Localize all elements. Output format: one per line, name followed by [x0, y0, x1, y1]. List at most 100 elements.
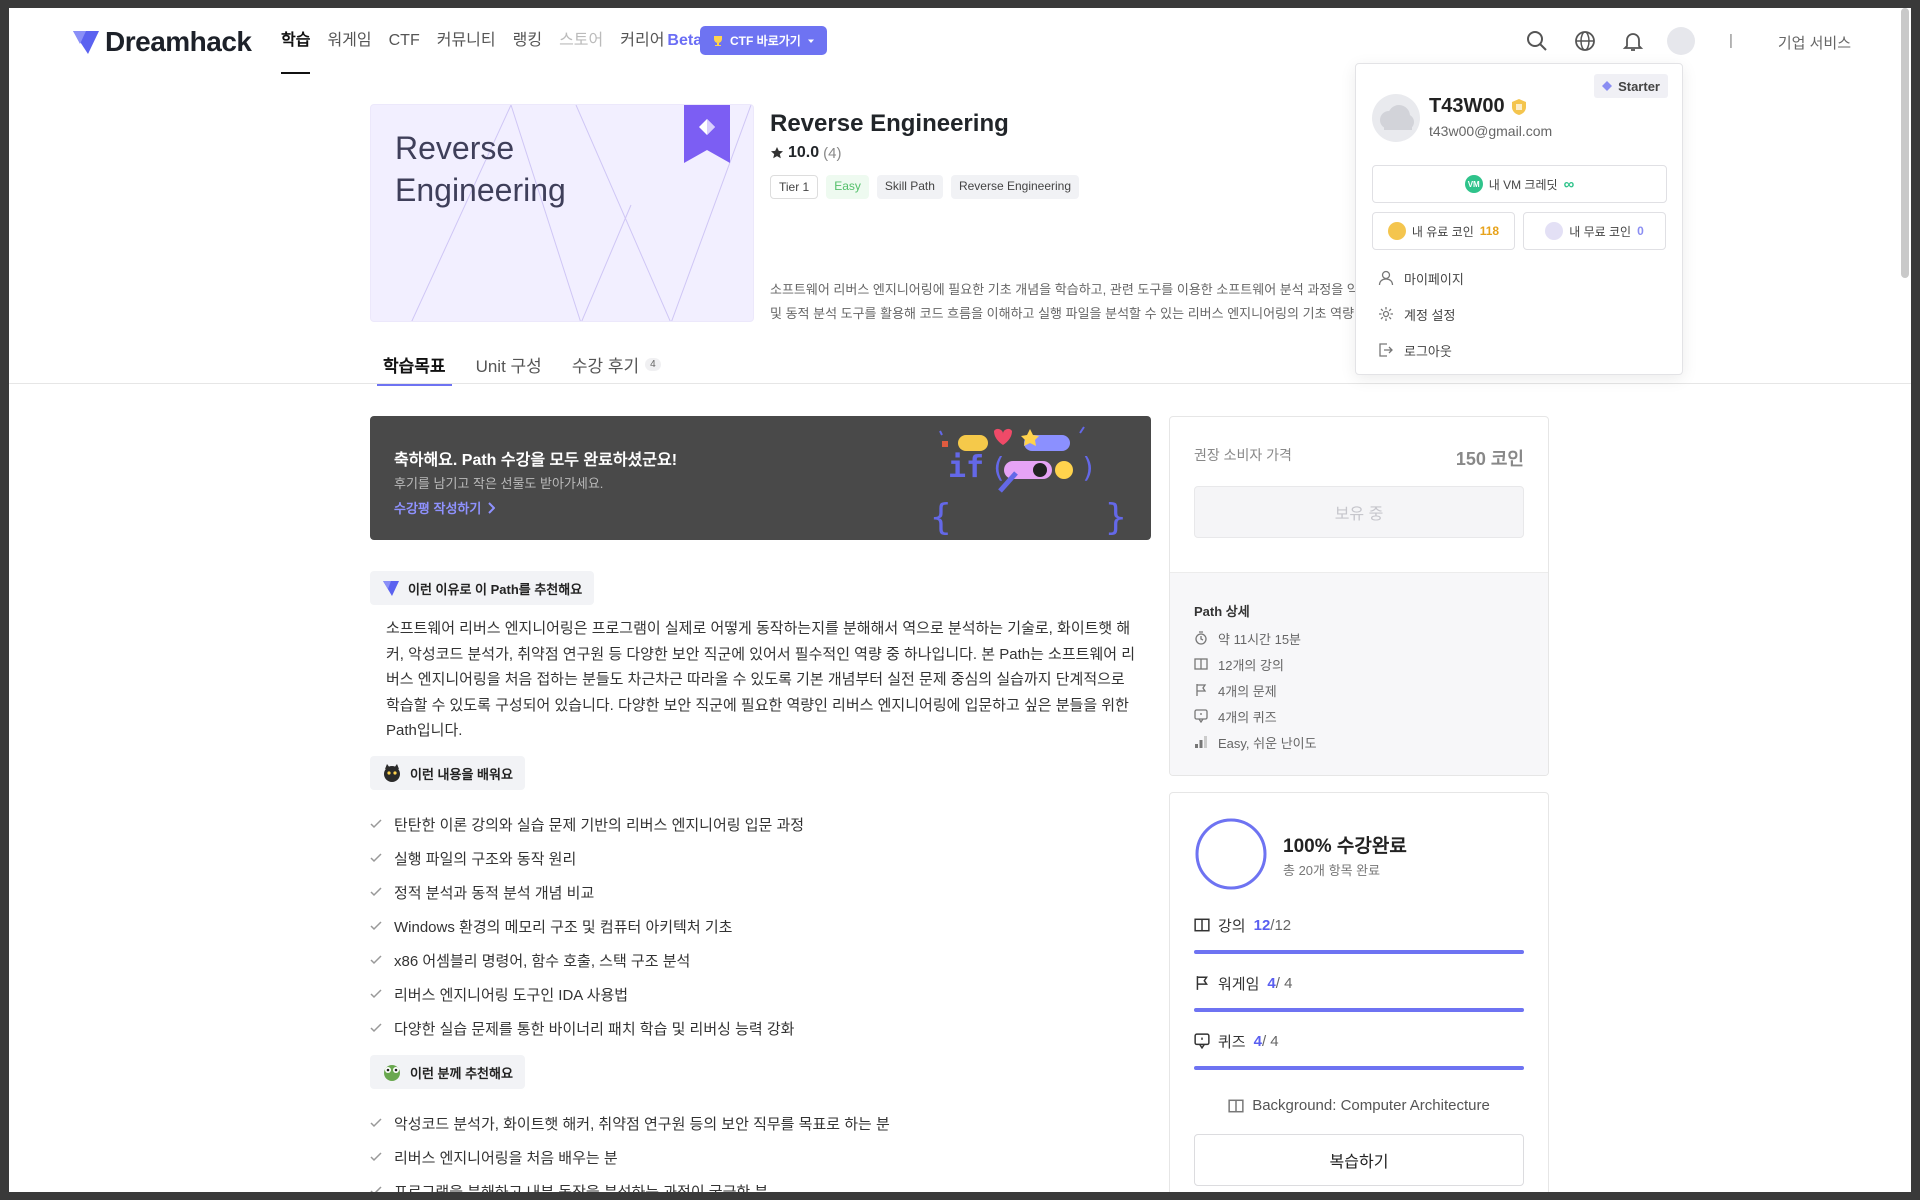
profile-button[interactable]: [1664, 24, 1698, 58]
tab-learning-goals[interactable]: 학습목표: [377, 352, 452, 386]
progress-bar-fill: [1194, 1008, 1524, 1012]
tier-label: Starter: [1618, 78, 1660, 94]
vm-credit-box[interactable]: VM 내 VM 크레딧 ∞: [1372, 165, 1667, 203]
banner-title: 축하해요. Path 수강을 모두 완료하셨군요!: [394, 452, 678, 469]
detail-problems: 4개의 문제: [1194, 677, 1317, 703]
progress-bar: [1194, 950, 1524, 954]
thumbnail-title-line2: Engineering: [395, 172, 566, 208]
learn-list: 탄탄한 이론 강의와 실습 문제 기반의 리버스 엔지니어링 입문 과정 실행 …: [370, 807, 804, 1045]
flag-icon: [1196, 976, 1208, 990]
tab-reviews[interactable]: 수강 후기 4: [566, 352, 667, 386]
path-detail-list: 약 11시간 15분 12개의 강의 4개의 문제 4개의 퀴즈 Easy, 쉬…: [1194, 625, 1317, 755]
review-button[interactable]: 복습하기: [1194, 1134, 1524, 1186]
thumbnail-title-line1: Reverse: [395, 130, 515, 166]
check-icon: [370, 887, 382, 897]
menu-account-settings-label: 계정 설정: [1404, 307, 1456, 323]
logout-icon: [1379, 343, 1393, 357]
corp-service-link[interactable]: 기업 서비스: [1778, 32, 1851, 53]
menu-logout[interactable]: 로그아웃: [1378, 332, 1464, 368]
tab-unit-structure-label: Unit 구성: [475, 357, 542, 376]
avatar-cloud-icon: [1380, 105, 1414, 130]
banner-illustration: if ( ) { }: [930, 426, 1127, 536]
flag-icon: [1196, 684, 1207, 696]
menu-account-settings[interactable]: 계정 설정: [1378, 296, 1464, 332]
tab-unit-structure[interactable]: Unit 구성: [470, 352, 548, 386]
page-scrollbar[interactable]: [1901, 8, 1909, 1192]
svg-text:}: }: [1105, 497, 1127, 536]
nav-career-label: 커리어: [620, 32, 665, 49]
paid-coin-icon: [1387, 222, 1406, 240]
list-item: 악성코드 분석가, 화이트햇 해커, 취약점 연구원 등의 보안 직무를 목표로…: [370, 1106, 890, 1140]
check-icon: [370, 921, 382, 931]
nav-career[interactable]: 커리어 Beta: [620, 30, 702, 58]
paid-coin-box[interactable]: 내 유료 코인 118: [1372, 212, 1515, 250]
ctf-shortcut-button[interactable]: CTF 바로가기: [700, 26, 827, 55]
progress-row-label: 강의 12/12: [1194, 914, 1524, 936]
list-item-text: 탄탄한 이론 강의와 실습 문제 기반의 리버스 엔지니어링 입문 과정: [394, 816, 805, 834]
nav-learning[interactable]: 학습: [281, 30, 311, 74]
cat-icon: [384, 764, 400, 782]
progress-card: 100% 수강완료 총 20개 항목 완료 강의 12/12 워게임 4/ 4 …: [1169, 792, 1549, 1192]
list-item: 리버스 엔지니어링 도구인 IDA 사용법: [370, 977, 804, 1011]
caret-down-icon: [807, 39, 814, 43]
nav-ctf[interactable]: CTF: [389, 30, 420, 58]
bell-icon: [1622, 33, 1644, 51]
language-button[interactable]: [1568, 24, 1602, 58]
free-coin-label: 내 무료 코인: [1569, 224, 1632, 239]
nav-ranking[interactable]: 랭킹: [513, 30, 542, 58]
check-icon: [370, 1186, 382, 1192]
detail-duration: 약 11시간 15분: [1194, 625, 1317, 651]
tab-reviews-label: 수강 후기: [571, 357, 640, 376]
list-item: Windows 환경의 메모리 구조 및 컴퓨터 아키텍처 기초: [370, 909, 804, 943]
detail-lectures: 12개의 강의: [1194, 651, 1317, 677]
detail-quizzes: 4개의 퀴즈: [1194, 703, 1317, 729]
search-button[interactable]: [1520, 24, 1554, 58]
menu-mypage[interactable]: 마이페이지: [1378, 260, 1464, 296]
path-description: 소프트웨어 리버스 엔지니어링에 필요한 기초 개념을 학습하고, 관련 도구를…: [770, 278, 1360, 326]
profile-username: T43W00: [1429, 95, 1527, 118]
list-item: 리버스 엔지니어링을 처음 배우는 분: [370, 1140, 890, 1174]
progress-row-quiz: 퀴즈 4/ 4: [1194, 1030, 1524, 1070]
progress-total: / 4: [1275, 974, 1293, 992]
gold-shield-icon: [1511, 98, 1526, 115]
svg-text:(: (: [990, 451, 1007, 484]
notification-button[interactable]: [1616, 24, 1650, 58]
scrollbar-thumb[interactable]: [1901, 8, 1909, 278]
vm-credit-value: ∞: [1563, 175, 1575, 193]
svg-text:{: {: [930, 497, 952, 536]
owned-button[interactable]: 보유 중: [1194, 486, 1524, 538]
progress-total: /12: [1270, 916, 1292, 934]
progress-row-name: 퀴즈: [1218, 1033, 1246, 1051]
write-review-label: 수강평 작성하기: [394, 501, 482, 516]
why-section-label: 이런 이유로 이 Path를 추천해요: [370, 571, 595, 605]
list-item-text: 실행 파일의 구조와 동작 원리: [394, 850, 577, 868]
menu-logout-label: 로그아웃: [1404, 343, 1452, 359]
list-item: x86 어셈블리 명령어, 함수 호출, 스택 구조 분석: [370, 943, 804, 977]
progress-row-label: 워게임 4/ 4: [1194, 972, 1524, 994]
free-coin-box[interactable]: 내 무료 코인 0: [1523, 212, 1666, 250]
completion-banner: 축하해요. Path 수강을 모두 완료하셨군요! 후기를 남기고 작은 선물도…: [370, 416, 1151, 540]
banner-subtitle: 후기를 남기고 작은 선물도 받아가세요.: [394, 476, 604, 491]
tag-difficulty: Easy: [826, 175, 869, 199]
paid-coin-value: 118: [1479, 224, 1500, 238]
vm-badge-icon: VM: [1464, 175, 1483, 193]
avatar[interactable]: [1372, 94, 1420, 142]
dreamhack-logo[interactable]: Dreamhack: [71, 26, 252, 58]
detail-duration-text: 약 11시간 15분: [1218, 631, 1302, 647]
path-thumbnail: Reverse Engineering: [370, 104, 754, 322]
star-icon: [771, 147, 783, 159]
svg-text:): ): [1080, 451, 1097, 484]
nav-store[interactable]: 스토어: [559, 30, 603, 58]
nav-wargame[interactable]: 워게임: [327, 30, 371, 58]
list-item: 탄탄한 이론 강의와 실습 문제 기반의 리버스 엔지니어링 입문 과정: [370, 807, 804, 841]
main-nav: 학습 워게임 CTF 커뮤니티 랭킹 스토어 커리어 Beta: [281, 30, 719, 74]
progress-subtitle: 총 20개 항목 완료: [1283, 863, 1381, 878]
list-item-text: 프로그램을 분해하고 내부 동작을 분석하는 과정이 궁금한 분: [394, 1183, 769, 1193]
free-coin-value: 0: [1637, 224, 1644, 238]
nav-community[interactable]: 커뮤니티: [437, 30, 496, 58]
check-icon: [370, 955, 382, 965]
write-review-link[interactable]: 수강평 작성하기: [394, 498, 496, 517]
background-requirement[interactable]: Background: Computer Architecture: [1194, 1097, 1524, 1114]
path-detail-title: Path 상세: [1194, 604, 1250, 619]
check-icon: [370, 1023, 382, 1033]
